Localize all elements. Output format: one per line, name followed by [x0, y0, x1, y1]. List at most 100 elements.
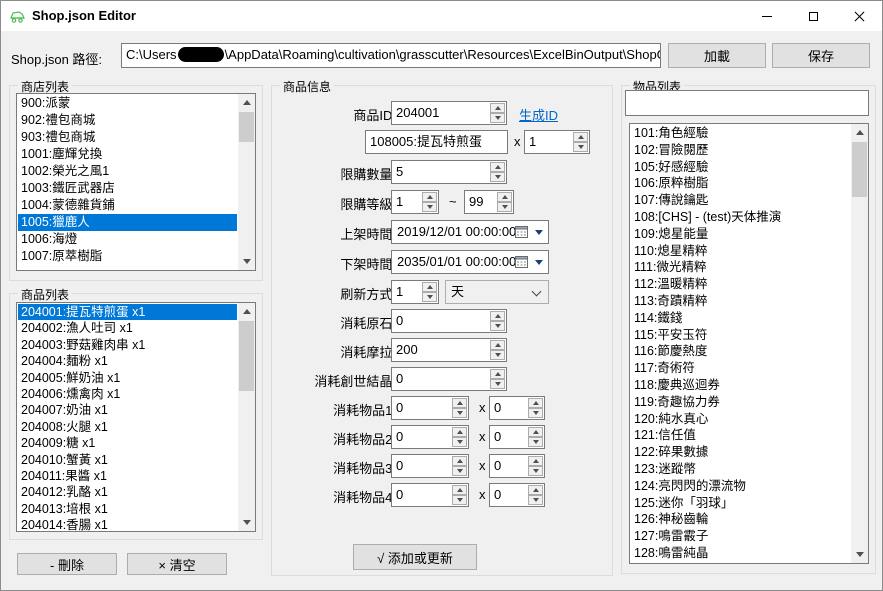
spin-down-icon[interactable] — [497, 202, 512, 212]
spin-down-icon[interactable] — [490, 350, 505, 360]
cost-item4-count-spinner[interactable]: 0 — [489, 483, 545, 507]
list-item[interactable]: 127:鳴雷霰子 — [631, 528, 850, 545]
save-button[interactable]: 保存 — [772, 43, 870, 68]
spin-down-icon[interactable] — [422, 292, 437, 302]
cost-item3-count-spinner[interactable]: 0 — [489, 454, 545, 478]
goods-list-scrollbar[interactable] — [238, 303, 255, 531]
end-time-picker[interactable]: 2035/01/01 00:00:00 — [391, 250, 549, 274]
list-item[interactable]: 1005:獵鹿人 — [18, 214, 237, 231]
add-or-update-button[interactable]: √ 添加或更新 — [353, 544, 477, 570]
spin-up-icon[interactable] — [452, 456, 467, 466]
list-item[interactable]: 903:禮包商城 — [18, 129, 237, 146]
list-item[interactable]: 204013:培根 x1 — [18, 501, 237, 517]
spin-down-icon[interactable] — [490, 379, 505, 389]
list-item[interactable]: 112:溫暖精粹 — [631, 276, 850, 293]
spin-down-icon[interactable] — [490, 172, 505, 182]
level-max-spinner[interactable]: 99 — [464, 190, 514, 214]
delete-button[interactable]: - 刪除 — [17, 553, 117, 575]
cost-item3-id-spinner[interactable]: 0 — [391, 454, 469, 478]
item-search-input[interactable] — [625, 90, 869, 116]
spin-up-icon[interactable] — [422, 282, 437, 292]
list-item[interactable]: 1003:鐵匠武器店 — [18, 180, 237, 197]
list-item[interactable]: 124:亮閃閃的漂流物 — [631, 478, 850, 495]
list-item[interactable]: 204002:漁人吐司 x1 — [18, 320, 237, 336]
list-item[interactable]: 107:傳說鑰匙 — [631, 192, 850, 209]
item-listbox[interactable]: 101:角色經驗102:冒險閱歷105:好感經驗106:原粹樹脂107:傳說鑰匙… — [629, 123, 869, 564]
list-item[interactable]: 110:熄星精粹 — [631, 243, 850, 260]
list-item[interactable]: 111:微光精粹 — [631, 259, 850, 276]
list-item[interactable]: 204014:香腸 x1 — [18, 517, 237, 532]
list-item[interactable]: 1002:榮光之風1 — [18, 163, 237, 180]
list-item[interactable]: 102:冒險閱歷 — [631, 142, 850, 159]
spin-up-icon[interactable] — [490, 340, 505, 350]
refresh-count-spinner[interactable]: 1 — [391, 280, 439, 304]
list-item[interactable]: 125:迷你「羽球」 — [631, 495, 850, 512]
scroll-down-icon[interactable] — [851, 546, 868, 563]
cost-crystal-spinner[interactable]: 0 — [391, 367, 507, 391]
list-item[interactable]: 105:好感經驗 — [631, 159, 850, 176]
spin-down-icon[interactable] — [490, 321, 505, 331]
list-item[interactable]: 128:鳴雷純晶 — [631, 545, 850, 562]
cost-item1-id-spinner[interactable]: 0 — [391, 396, 469, 420]
chevron-down-icon[interactable] — [535, 260, 543, 265]
spin-down-icon[interactable] — [528, 437, 543, 447]
refresh-unit-dropdown[interactable]: 天 — [445, 280, 549, 304]
spin-down-icon[interactable] — [490, 113, 505, 123]
list-item[interactable]: 113:奇蹟精粹 — [631, 293, 850, 310]
spin-up-icon[interactable] — [528, 485, 543, 495]
level-min-spinner[interactable]: 1 — [391, 190, 439, 214]
spin-down-icon[interactable] — [452, 466, 467, 476]
list-item[interactable]: 116:節慶熱度 — [631, 343, 850, 360]
spin-up-icon[interactable] — [452, 485, 467, 495]
close-button[interactable] — [836, 1, 882, 31]
list-item[interactable]: 1007:原萃樹脂 — [18, 248, 237, 265]
list-item[interactable]: 204005:鮮奶油 x1 — [18, 370, 237, 386]
spin-down-icon[interactable] — [528, 466, 543, 476]
spin-up-icon[interactable] — [490, 311, 505, 321]
list-item[interactable]: 204007:奶油 x1 — [18, 402, 237, 418]
spin-up-icon[interactable] — [422, 192, 437, 202]
spin-up-icon[interactable] — [452, 427, 467, 437]
list-item[interactable]: 117:奇術符 — [631, 360, 850, 377]
spin-down-icon[interactable] — [452, 408, 467, 418]
spin-down-icon[interactable] — [422, 202, 437, 212]
spin-up-icon[interactable] — [497, 192, 512, 202]
scroll-down-icon[interactable] — [238, 253, 255, 270]
load-button[interactable]: 加載 — [668, 43, 766, 68]
begin-time-picker[interactable]: 2019/12/01 00:00:00 — [391, 220, 549, 244]
scroll-up-icon[interactable] — [238, 94, 255, 111]
spin-up-icon[interactable] — [528, 398, 543, 408]
list-item[interactable]: 106:原粹樹脂 — [631, 175, 850, 192]
list-item[interactable]: 204009:糖 x1 — [18, 435, 237, 451]
minimize-button[interactable] — [744, 1, 790, 31]
path-input[interactable]: C:\Users\AppData\Roaming\cultivation\gra… — [121, 43, 661, 68]
spin-up-icon[interactable] — [573, 132, 588, 142]
scroll-thumb[interactable] — [239, 112, 254, 142]
list-item[interactable]: 204010:蟹黃 x1 — [18, 452, 237, 468]
spin-up-icon[interactable] — [452, 398, 467, 408]
spin-down-icon[interactable] — [528, 408, 543, 418]
list-item[interactable]: 114:鐵錢 — [631, 310, 850, 327]
spin-up-icon[interactable] — [490, 103, 505, 113]
goods-name-input[interactable]: 108005:提瓦特煎蛋 — [365, 130, 508, 154]
list-item[interactable]: 120:純水真心 — [631, 411, 850, 428]
list-item[interactable]: 115:平安玉符 — [631, 327, 850, 344]
scroll-up-icon[interactable] — [851, 124, 868, 141]
cost-item4-id-spinner[interactable]: 0 — [391, 483, 469, 507]
list-item[interactable]: 121:信任值 — [631, 427, 850, 444]
list-item[interactable]: 1004:蒙德雜貨鋪 — [18, 197, 237, 214]
title-bar[interactable]: Shop.json Editor — [1, 1, 882, 31]
list-item[interactable]: 119:奇趣協力券 — [631, 394, 850, 411]
cost-mora-spinner[interactable]: 200 — [391, 338, 507, 362]
spin-down-icon[interactable] — [452, 495, 467, 505]
cost-item2-id-spinner[interactable]: 0 — [391, 425, 469, 449]
spin-up-icon[interactable] — [528, 456, 543, 466]
list-item[interactable]: 1001:塵輝兌換 — [18, 146, 237, 163]
cost-item2-count-spinner[interactable]: 0 — [489, 425, 545, 449]
item-list-scrollbar[interactable] — [851, 124, 868, 563]
list-item[interactable]: 118:慶典巡迴券 — [631, 377, 850, 394]
list-item[interactable]: 204006:燻禽肉 x1 — [18, 386, 237, 402]
maximize-button[interactable] — [790, 1, 836, 31]
clear-button[interactable]: × 清空 — [127, 553, 227, 575]
goods-id-spinner[interactable]: 204001 — [391, 101, 507, 125]
